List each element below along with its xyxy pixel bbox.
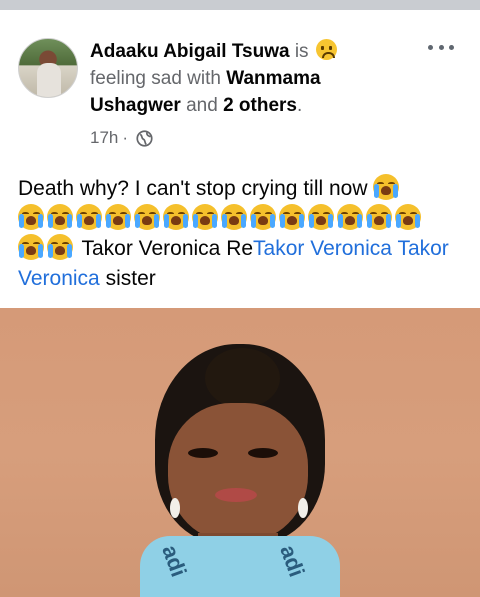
tail-end: sister xyxy=(99,267,156,290)
crying-emoji-icon xyxy=(47,204,73,230)
post-time[interactable]: 17h xyxy=(90,128,118,148)
sad-face-emoji-icon xyxy=(315,39,337,60)
crying-emoji-icon xyxy=(221,204,247,230)
and-text: and xyxy=(186,95,218,116)
crying-emoji-icon xyxy=(18,234,44,260)
post-line-1: Death why? I can't stop crying till now xyxy=(18,177,368,200)
author-avatar[interactable] xyxy=(18,38,78,98)
period: . xyxy=(297,95,303,116)
author-name[interactable]: Adaaku Abigail Tsuwa xyxy=(90,41,290,62)
top-divider xyxy=(0,0,480,10)
globe-icon[interactable] xyxy=(136,129,153,147)
crying-emoji-icon xyxy=(337,204,363,230)
crying-emoji-icon xyxy=(163,204,189,230)
crying-emoji-icon xyxy=(395,204,421,230)
crying-emoji-icon xyxy=(134,204,160,230)
mention-link-1[interactable]: Takor Veronica xyxy=(253,237,392,260)
crying-emoji-icon xyxy=(308,204,334,230)
feeling-text: feeling sad with xyxy=(90,68,221,89)
crying-emoji-icon xyxy=(76,204,102,230)
post-photo[interactable]: adi adi xyxy=(0,308,480,597)
crying-emoji-icon xyxy=(105,204,131,230)
post-body: Death why? I can't stop crying till now … xyxy=(18,174,468,294)
crying-emoji-icon xyxy=(250,204,276,230)
meta-separator: · xyxy=(122,128,129,147)
crying-emoji-icon xyxy=(192,204,218,230)
more-options-icon[interactable] xyxy=(428,42,454,52)
is-text: is xyxy=(294,41,309,62)
crying-emoji-icon xyxy=(279,204,305,230)
tail-text: Takor Veronica Re xyxy=(76,237,254,260)
crying-emoji-icon xyxy=(47,234,73,260)
post-meta: 17h · xyxy=(90,128,153,148)
crying-emoji-icon xyxy=(366,204,392,230)
post-header: Adaaku Abigail Tsuwa is feeling sad with… xyxy=(90,38,410,119)
crying-emoji-icon xyxy=(18,204,44,230)
tagged-others[interactable]: 2 others xyxy=(223,95,297,116)
crying-emoji-icon xyxy=(373,174,400,200)
crying-emoji-row xyxy=(18,204,468,234)
